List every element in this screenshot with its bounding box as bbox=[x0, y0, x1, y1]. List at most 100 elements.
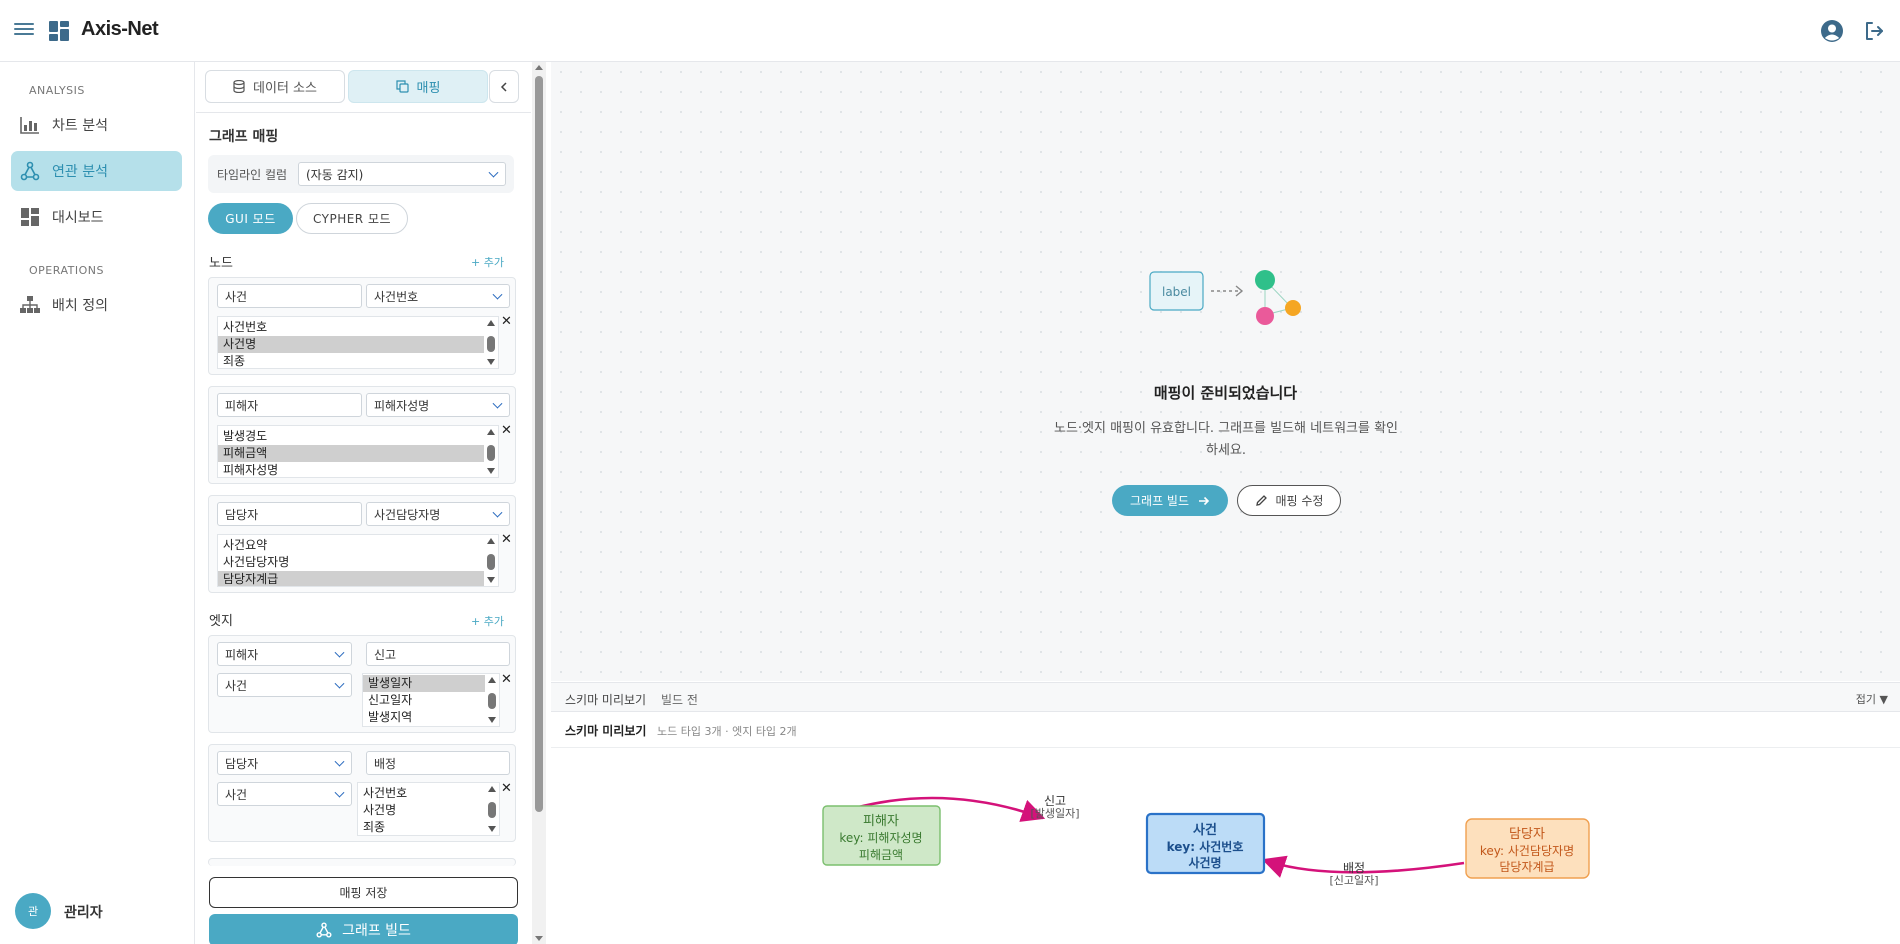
save-mapping-button[interactable]: 매핑 저장 bbox=[209, 877, 518, 908]
select-value: 사건 bbox=[225, 787, 248, 802]
schema-preview-bar: 스키마 미리보기 빌드 전 접기 ▼ bbox=[551, 682, 1900, 712]
chevron-down-icon bbox=[334, 787, 345, 798]
gui-mode-button[interactable]: GUI 모드 bbox=[208, 203, 293, 234]
node-name: 피해자 bbox=[863, 814, 899, 829]
select-value: (자동 감지) bbox=[306, 167, 364, 182]
list-item[interactable]: 발생일자 bbox=[363, 675, 499, 692]
edit-mapping-button[interactable]: 매핑 수정 bbox=[1237, 485, 1341, 516]
list-item[interactable]: 사건담당자명 bbox=[218, 554, 498, 571]
sidebar-item-label: 연관 분석 bbox=[52, 164, 108, 180]
build-graph-pill-button[interactable]: 그래프 빌드 bbox=[1112, 485, 1228, 516]
tab-mapping[interactable]: 매핑 bbox=[348, 70, 488, 103]
sidebar-item-batch-definition[interactable]: 배치 정의 bbox=[11, 285, 182, 325]
node-props-listbox[interactable]: 발생경도 피해금액 피해자성명 bbox=[217, 425, 499, 478]
graph-canvas[interactable]: label 매핑이 준비되었습니다 노드·엣지 매핑이 유효합니다. 그래프를 … bbox=[551, 62, 1900, 681]
schema-node-victim[interactable]: 피해자 key: 피해자성명 피해금액 bbox=[822, 805, 941, 866]
collapse-panel-button[interactable] bbox=[489, 70, 519, 103]
scrollbar[interactable] bbox=[485, 783, 499, 835]
edge-type-input[interactable]: 신고 bbox=[366, 642, 510, 666]
list-item[interactable]: 신고일자 bbox=[363, 692, 499, 709]
schema-graph: 신고 [발생일자] 배정 [신고일자] 피해자 key: 피해자성명 피해금액 … bbox=[551, 748, 1900, 944]
remove-edge-button[interactable]: ✕ bbox=[501, 781, 512, 796]
node-extra: 피해금액 bbox=[859, 848, 903, 862]
node-label-input[interactable]: 담당자 bbox=[217, 502, 362, 526]
sidebar-item-chart-analysis[interactable]: 차트 분석 bbox=[11, 105, 182, 145]
chevron-down-icon bbox=[492, 507, 503, 518]
sidebar-section-analysis: ANALYSIS bbox=[29, 84, 85, 97]
node-key-select[interactable]: 피해자성명 bbox=[366, 393, 510, 417]
list-item[interactable]: 죄종 bbox=[218, 353, 498, 368]
tab-data-source[interactable]: 데이터 소스 bbox=[205, 70, 345, 103]
schema-head-title: 스키마 미리보기 bbox=[565, 724, 647, 738]
schema-bar-status: 빌드 전 bbox=[661, 693, 698, 707]
list-item[interactable]: 사건번호 bbox=[358, 785, 499, 802]
add-edge-button[interactable]: + 추가 bbox=[471, 613, 504, 629]
dashboard-icon bbox=[20, 207, 40, 227]
edge-from-select[interactable]: 담당자 bbox=[217, 751, 352, 775]
node-key-select[interactable]: 사건담당자명 bbox=[366, 502, 510, 526]
select-value: 담당자 bbox=[225, 756, 259, 771]
edge-type-input[interactable]: 배정 bbox=[366, 751, 510, 775]
edge-props-listbox[interactable]: 사건번호 사건명 죄종 bbox=[357, 782, 500, 836]
fold-button[interactable]: 접기 ▼ bbox=[1856, 691, 1888, 707]
avatar[interactable]: 관 bbox=[15, 893, 51, 929]
remove-node-button[interactable]: ✕ bbox=[501, 532, 512, 547]
sidebar-item-dashboard[interactable]: 대시보드 bbox=[11, 197, 182, 237]
list-item[interactable]: 피해금액 bbox=[218, 445, 498, 462]
node-label-input[interactable]: 사건 bbox=[217, 284, 362, 308]
edges-section-title: 엣지 bbox=[209, 614, 233, 629]
list-item[interactable]: 발생경도 bbox=[218, 428, 498, 445]
app-title: Axis-Net bbox=[81, 18, 159, 40]
scrollbar[interactable] bbox=[485, 674, 499, 726]
list-item[interactable]: 사건요약 bbox=[218, 537, 498, 554]
node-label-input[interactable]: 피해자 bbox=[217, 393, 362, 417]
copy-icon bbox=[395, 80, 409, 93]
illustration-node-green bbox=[1255, 270, 1275, 290]
node-props-listbox[interactable]: 사건요약 사건담당자명 담당자계급 bbox=[217, 534, 499, 587]
list-item[interactable]: 피해자성명 bbox=[218, 462, 498, 477]
edge-to-select[interactable]: 사건 bbox=[217, 782, 352, 806]
chevron-down-icon bbox=[492, 398, 503, 409]
user-account-icon[interactable] bbox=[1820, 19, 1844, 43]
panel-scrollbar[interactable] bbox=[532, 62, 546, 944]
hierarchy-icon bbox=[20, 295, 40, 315]
sidebar-item-association-analysis[interactable]: 연관 분석 bbox=[11, 151, 182, 191]
scrollbar[interactable] bbox=[484, 317, 498, 368]
schema-bar-title: 스키마 미리보기 bbox=[565, 693, 647, 707]
list-item[interactable]: 사건명 bbox=[358, 802, 499, 819]
build-graph-button[interactable]: 그래프 빌드 bbox=[209, 914, 518, 944]
scrollbar[interactable] bbox=[484, 426, 498, 477]
remove-node-button[interactable]: ✕ bbox=[501, 314, 512, 329]
schema-node-case[interactable]: 사건 key: 사건번호 사건명 bbox=[1145, 812, 1266, 875]
edge-from-select[interactable]: 피해자 bbox=[217, 642, 352, 666]
node-card: 담당자 사건담당자명 사건요약 사건담당자명 담당자계급 ✕ bbox=[208, 495, 516, 593]
scrollbar[interactable] bbox=[484, 535, 498, 586]
arrow-right-icon bbox=[1199, 496, 1210, 505]
list-item[interactable]: 사건명 bbox=[218, 336, 498, 353]
remove-node-button[interactable]: ✕ bbox=[501, 423, 512, 438]
bar-chart-icon bbox=[20, 115, 40, 135]
edge-props-label: [발생일자] bbox=[1030, 806, 1079, 820]
schema-node-officer[interactable]: 담당자 key: 사건담당자명 담당자계급 bbox=[1465, 818, 1590, 879]
pencil-icon bbox=[1255, 495, 1267, 506]
add-node-button[interactable]: + 추가 bbox=[471, 254, 504, 270]
list-item[interactable]: 발생지역 bbox=[363, 709, 499, 726]
list-item[interactable]: 죄종 bbox=[358, 819, 499, 835]
list-item[interactable]: 사건번호 bbox=[218, 319, 498, 336]
select-value: 피해자 bbox=[225, 647, 259, 662]
select-value: 피해자성명 bbox=[374, 398, 430, 413]
hamburger-menu-icon[interactable] bbox=[14, 20, 34, 40]
list-item[interactable]: 담당자계급 bbox=[218, 571, 498, 586]
edge-card: 피해자 신고 사건 발생일자 신고일자 발생지역 ✕ bbox=[208, 635, 516, 733]
edge-props-listbox[interactable]: 발생일자 신고일자 발생지역 bbox=[362, 673, 500, 727]
node-props-listbox[interactable]: 사건번호 사건명 죄종 bbox=[217, 316, 499, 369]
remove-edge-button[interactable]: ✕ bbox=[501, 672, 512, 687]
chevron-down-icon bbox=[334, 647, 345, 658]
node-key-select[interactable]: 사건번호 bbox=[366, 284, 510, 308]
timeline-column-select[interactable]: (자동 감지) bbox=[298, 162, 506, 186]
build-label: 그래프 빌드 bbox=[342, 923, 411, 939]
cypher-mode-button[interactable]: CYPHER 모드 bbox=[296, 203, 408, 234]
chevron-down-icon bbox=[492, 289, 503, 300]
logout-icon[interactable] bbox=[1862, 19, 1886, 43]
edge-to-select[interactable]: 사건 bbox=[217, 673, 352, 697]
